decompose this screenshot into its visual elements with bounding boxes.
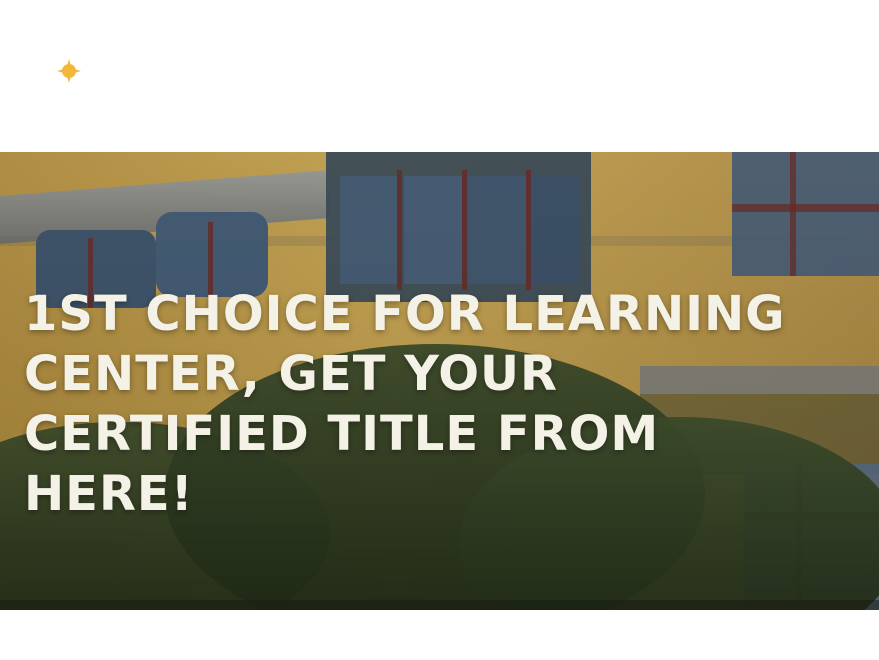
nav-item-3[interactable] <box>473 90 485 98</box>
nav-item-1[interactable] <box>300 90 312 98</box>
main-navigation <box>300 80 830 108</box>
hero-heading: 1st CHOICE FOR LEARNING CENTER, GET YOUR… <box>24 286 786 522</box>
page: 1st CHOICE FOR LEARNING CENTER, GET YOUR… <box>0 0 879 660</box>
nav-item-6[interactable] <box>732 90 744 98</box>
nav-item-2[interactable] <box>386 90 398 98</box>
nav-item-7[interactable] <box>818 90 830 98</box>
logo-mark-icon <box>57 59 81 83</box>
nav-item-5[interactable] <box>645 90 657 98</box>
site-logo[interactable] <box>52 54 222 104</box>
below-hero-spacer <box>0 610 879 660</box>
site-header <box>0 0 879 152</box>
hero-banner: 1st CHOICE FOR LEARNING CENTER, GET YOUR… <box>0 152 879 610</box>
nav-item-4[interactable] <box>559 90 571 98</box>
